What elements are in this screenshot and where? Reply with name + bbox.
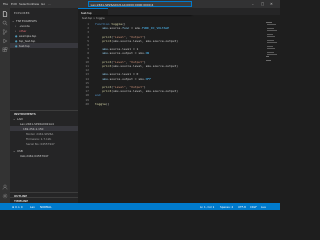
code-text: smu.source.output = smu.ON	[95, 51, 149, 55]
status-language[interactable]: Lua	[261, 205, 266, 209]
status-encoding[interactable]: UTF-8	[238, 205, 246, 209]
tree-item-label: Usb;2461;04557947	[20, 153, 49, 158]
status-eol[interactable]: CRLF	[250, 205, 257, 209]
menu-more[interactable]: ···	[48, 2, 51, 6]
instrument-usb-entry[interactable]: Usb;2461;04557947	[10, 153, 78, 158]
menu-go[interactable]: Go	[41, 2, 45, 6]
code-text: print(smu.source.level, smu.source.outpu…	[95, 39, 178, 43]
menu-selection[interactable]: Selection	[19, 2, 33, 6]
code-text: toggle()	[95, 102, 109, 106]
tree-item-test[interactable]: ● test.tsp	[10, 43, 78, 48]
tab-label: test.tsp	[81, 11, 92, 15]
editor-tabs: test.tsp	[78, 8, 280, 15]
code-token: toggle	[95, 101, 106, 106]
code-token: ON	[145, 51, 150, 56]
tree-item-label: Serial No: 04557947	[26, 141, 55, 146]
title-bar: File Edit Selection View Go ··· Lan;2461…	[0, 0, 280, 8]
source-control-icon[interactable]	[2, 29, 8, 35]
menu-edit[interactable]: Edit	[11, 2, 17, 6]
code-token: .source.output = smu.	[107, 76, 146, 81]
code-token: FUNC_DC_VOLTAGE	[142, 26, 170, 31]
code-token: .source.output = smu.	[107, 51, 146, 56]
code-token: smu	[95, 51, 108, 56]
quick-input-value[interactable]: Lan;2461-SP26A0021A4;0000:0000:0000;4	[91, 3, 154, 7]
instruments-section-header[interactable]: INSTRUMENTS	[10, 110, 78, 116]
menu-view[interactable]: View	[32, 2, 39, 6]
instrument-serial: Serial No: 04557947	[10, 141, 78, 146]
code-token: smu	[95, 26, 108, 31]
explorer-icon[interactable]	[2, 11, 8, 17]
code-token: (smu.source.level, smu.source.output)	[111, 89, 179, 94]
status-mode: NORMAL	[40, 205, 52, 209]
extensions-icon[interactable]	[2, 47, 8, 53]
timeline-section-header[interactable]: TIMELINE	[10, 197, 78, 203]
status-indentation[interactable]: Spaces: 4	[220, 205, 233, 209]
close-icon[interactable]: ✕	[270, 2, 273, 6]
code-text: print(smu.source.level, smu.source.outpu…	[95, 89, 178, 93]
accounts-icon[interactable]	[2, 184, 8, 190]
code-token: = smu.	[129, 26, 142, 31]
settings-gear-icon[interactable]	[2, 193, 8, 199]
search-icon[interactable]	[2, 20, 8, 26]
status-cursor-position[interactable]: Ln 1, Col 1	[200, 205, 214, 209]
minimap[interactable]	[266, 22, 278, 62]
sidebar: EXPLORER ⌄ TSP EXAMPLES › .vscode › othe…	[10, 8, 78, 203]
minimize-icon[interactable]: –	[252, 2, 254, 6]
code-text: smu.source.func = smu.FUNC_DC_VOLTAGE	[95, 26, 169, 30]
file-icon: ●	[15, 43, 18, 48]
explorer-header: EXPLORER	[14, 11, 30, 15]
status-problems[interactable]: ⊗ 0 ⚠ 0	[12, 205, 23, 209]
quick-input-box[interactable]: Lan;2461-SP26A0021A4;0000:0000:0000;4	[88, 1, 192, 7]
run-debug-icon[interactable]	[2, 38, 8, 44]
code-token: .source.	[107, 26, 123, 31]
code-token: (smu.source.level, smu.source.output)	[111, 38, 179, 43]
code-text: smu.source.output = smu.OFF	[95, 77, 151, 81]
code-token: end	[95, 93, 101, 98]
menu-file[interactable]: File	[3, 2, 8, 6]
line-number: 20	[85, 101, 89, 106]
code-token: OFF	[145, 76, 152, 81]
code-token: smu	[95, 76, 108, 81]
tree-item-label: test.tsp	[19, 43, 30, 48]
code-token: ()	[105, 101, 110, 106]
status-bar: ⊗ 0 ⚠ 0 Lan NORMAL Ln 1, Col 1 Spaces: 4…	[0, 203, 280, 210]
maximize-icon[interactable]: □	[261, 2, 264, 6]
code-text: end	[95, 93, 100, 97]
code-token: print	[95, 38, 112, 43]
breadcrumb[interactable]: test.tsp > toggle	[82, 16, 105, 20]
tab-test-tsp[interactable]: test.tsp	[78, 8, 108, 15]
code-text: print(smu.source.level, smu.source.outpu…	[95, 64, 178, 68]
activity-bar	[0, 8, 10, 203]
code-token: print	[95, 64, 112, 68]
code-token: (smu.source.level, smu.source.output)	[111, 64, 179, 68]
status-connection[interactable]: Lan	[30, 205, 35, 209]
